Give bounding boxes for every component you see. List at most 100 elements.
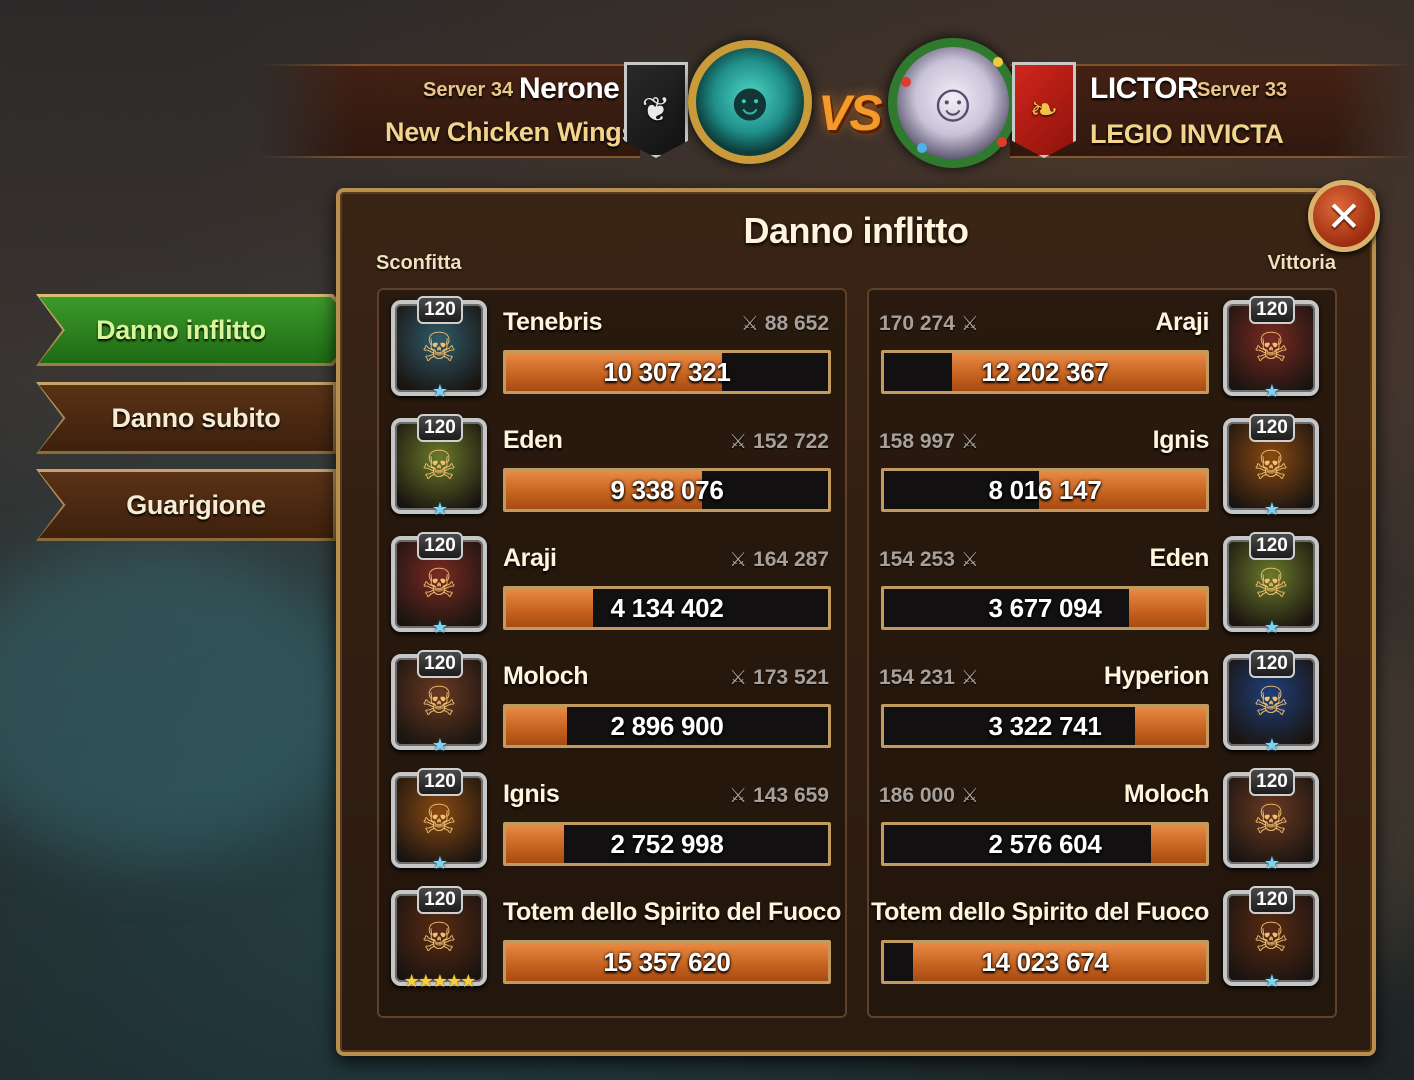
hero-power-value: 154 231	[879, 665, 955, 689]
hero-name: Totem dello Spirito del Fuoco	[871, 898, 1209, 926]
hero-portrait[interactable]: ☠ 120 ★	[391, 768, 487, 873]
hero-portrait[interactable]: ☠ 120 ★	[1223, 768, 1319, 873]
damage-value: 4 134 402	[610, 593, 724, 623]
close-icon: ✕	[1326, 192, 1362, 240]
tab-guarigione[interactable]: Guarigione	[36, 469, 336, 541]
avatar-face-icon: ☻	[721, 72, 779, 132]
left-result-label: Sconfitta	[376, 252, 462, 274]
hero-face-icon: ☠	[421, 680, 457, 724]
damage-value: 9 338 076	[610, 475, 724, 505]
hero-power-value: 143 659	[753, 783, 829, 807]
hero-star-rating-icon: ★	[431, 735, 448, 755]
hero-row: ☠ 120 ★ Totem dello Spirito del Fuoco 14 023…	[869, 884, 1335, 996]
hero-portrait[interactable]: ☠ 120 ★	[391, 650, 487, 755]
hero-portrait[interactable]: ☠ 120 ★	[1223, 886, 1319, 991]
hero-level-badge: 120	[417, 886, 463, 914]
damage-bar: 8 016 147	[881, 468, 1209, 512]
damage-stats-panel: Danno inflitto Sconfitta Vittoria ☠ 120 ★ T…	[336, 188, 1376, 1056]
hero-level-badge: 120	[417, 650, 463, 678]
hero-face-icon: ☠	[421, 916, 457, 960]
tab-danno-subito[interactable]: Danno subito	[36, 382, 336, 454]
close-button[interactable]: ✕	[1308, 180, 1380, 252]
hero-face-icon: ☠	[1253, 798, 1289, 842]
crossed-swords-icon: ⚔	[960, 549, 979, 571]
damage-bar: 9 338 076	[503, 468, 831, 512]
panel-title: Danno inflitto	[743, 210, 969, 251]
hero-name: Eden	[503, 426, 563, 454]
wreath-ornament	[901, 77, 911, 87]
hero-star-rating-icon: ★	[1263, 971, 1280, 991]
crossed-swords-icon: ⚔	[960, 431, 979, 453]
left-guild-banner: ❦	[624, 62, 688, 158]
damage-bar: 10 307 321	[503, 350, 831, 394]
hero-level-badge: 120	[417, 532, 463, 560]
hero-name: Ignis	[503, 780, 560, 808]
hero-portrait[interactable]: ☠ 120 ★★★★★	[391, 886, 487, 991]
hero-power-value: 154 253	[879, 547, 955, 571]
hero-portrait[interactable]: ☠ 120 ★	[1223, 650, 1319, 755]
hero-row: ☠ 120 ★ Eden 154 253 ⚔ 3 677 094	[869, 530, 1335, 642]
hero-level-badge: 120	[1249, 768, 1295, 796]
hero-row: ☠ 120 ★ Araji 170 274 ⚔ 12 202 367	[869, 294, 1335, 406]
hero-name: Totem dello Spirito del Fuoco	[503, 898, 841, 926]
crossed-swords-icon: ⚔	[960, 667, 979, 689]
hero-row: ☠ 120 ★ Moloch ⚔ 173 521 2 896 900	[379, 648, 845, 760]
hero-face-icon: ☠	[421, 798, 457, 842]
right-player-avatar[interactable]: ☺	[888, 38, 1018, 168]
hero-portrait[interactable]: ☠ 120 ★	[391, 532, 487, 637]
hero-power: 158 997 ⚔	[879, 429, 979, 454]
hero-face-icon: ☠	[1253, 326, 1289, 370]
hero-name: Hyperion	[1103, 662, 1210, 690]
hero-face-icon: ☠	[1253, 444, 1289, 488]
damage-bar: 2 896 900	[503, 704, 831, 748]
hero-level-badge: 120	[417, 414, 463, 442]
damage-bar: 3 322 741	[881, 704, 1209, 748]
crossed-swords-icon: ⚔	[729, 785, 748, 807]
hero-power: 186 000 ⚔	[879, 783, 979, 808]
crossed-swords-icon: ⚔	[740, 313, 759, 335]
hero-power: ⚔ 88 652	[741, 311, 829, 336]
right-player-name: LICTOR	[1090, 72, 1199, 105]
wreath-ornament	[917, 143, 927, 153]
hero-portrait[interactable]: ☠ 120 ★	[1223, 414, 1319, 519]
damage-bar: 2 576 604	[881, 822, 1209, 866]
left-player-avatar[interactable]: ☻	[688, 40, 812, 164]
hero-level-badge: 120	[1249, 414, 1295, 442]
hero-power: 154 231 ⚔	[879, 665, 979, 690]
hero-star-rating-icon: ★	[1263, 853, 1280, 873]
hero-row: ☠ 120 ★ Ignis 158 997 ⚔ 8 016 147	[869, 412, 1335, 524]
damage-bar: 15 357 620	[503, 940, 831, 984]
hero-name: Eden	[1149, 544, 1209, 572]
right-result-label: Vittoria	[1267, 252, 1336, 274]
hero-name: Araji	[1155, 308, 1209, 336]
hero-face-icon: ☠	[421, 326, 457, 370]
damage-bar: 2 752 998	[503, 822, 831, 866]
damage-value: 3 322 741	[988, 711, 1102, 741]
right-player-server: Server 33	[1197, 79, 1288, 101]
tab-danno-inflitto[interactable]: Danno inflitto	[36, 294, 366, 366]
damage-value: 10 307 321	[603, 357, 731, 387]
wreath-ornament	[997, 137, 1007, 147]
hero-row: ☠ 120 ★ Hyperion 154 231 ⚔ 3 322 741	[869, 648, 1335, 760]
hero-power: ⚔ 164 287	[729, 547, 829, 572]
hero-power-value: 152 722	[753, 429, 829, 453]
laurel-emblem-icon: ❧	[1029, 91, 1059, 129]
damage-bar: 12 202 367	[881, 350, 1209, 394]
damage-value: 14 023 674	[981, 947, 1109, 977]
hero-row: ☠ 120 ★★★★★ Totem dello Spirito del Fuoco 15…	[379, 884, 845, 996]
hero-face-icon: ☠	[421, 562, 457, 606]
hero-portrait[interactable]: ☠ 120 ★	[391, 414, 487, 519]
hero-portrait[interactable]: ☠ 120 ★	[1223, 296, 1319, 401]
hero-star-rating-icon: ★	[431, 853, 448, 873]
crossed-swords-icon: ⚔	[729, 431, 748, 453]
hero-face-icon: ☠	[421, 444, 457, 488]
hero-star-rating-icon: ★★★★★	[403, 971, 477, 991]
hero-name: Araji	[503, 544, 557, 572]
hero-portrait[interactable]: ☠ 120 ★	[391, 296, 487, 401]
hero-star-rating-icon: ★	[431, 499, 448, 519]
tab-label: Danno inflitto	[96, 314, 266, 345]
hero-portrait[interactable]: ☠ 120 ★	[1223, 532, 1319, 637]
hero-star-rating-icon: ★	[1263, 381, 1280, 401]
hero-power-value: 88 652	[764, 311, 829, 335]
crossed-swords-icon: ⚔	[960, 785, 979, 807]
